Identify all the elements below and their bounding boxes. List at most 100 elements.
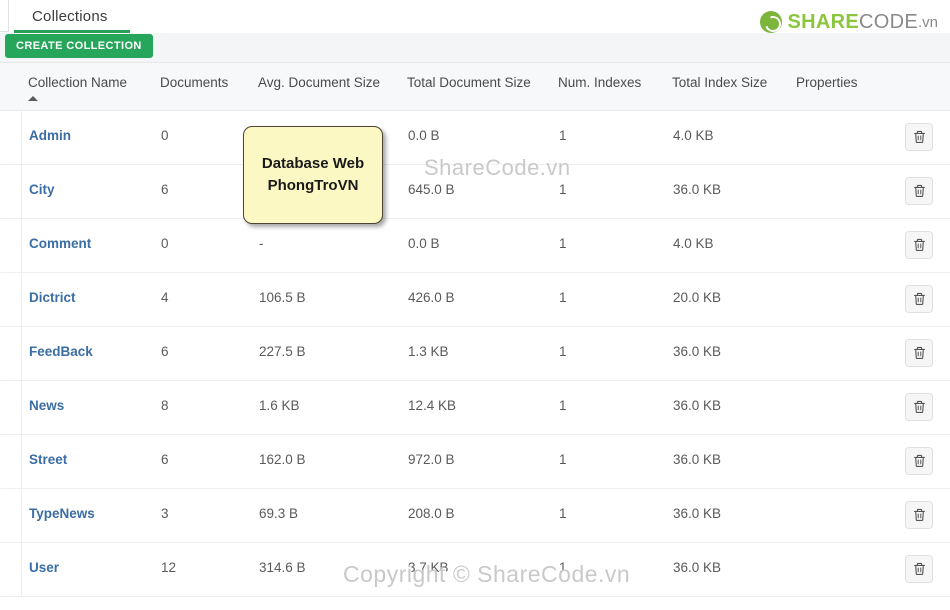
sticky-note-annotation: Database Web PhongTroVN xyxy=(243,126,383,224)
table-row: FeedBack 6 227.5 B 1.3 KB 1 36.0 KB xyxy=(0,327,950,381)
row-left-border xyxy=(21,489,22,542)
trash-icon xyxy=(913,346,926,360)
cell-avg-document-size: 69.3 B xyxy=(259,506,299,521)
delete-collection-button[interactable] xyxy=(905,393,933,421)
sharecode-logo: SHARE CODE .vn xyxy=(760,9,938,35)
trash-icon xyxy=(913,454,926,468)
column-header-documents[interactable]: Documents xyxy=(160,75,228,90)
sticky-note-text: Database Web PhongTroVN xyxy=(261,155,365,194)
row-left-border xyxy=(21,219,22,272)
table-row: City 6 645.0 B 1 36.0 KB xyxy=(0,165,950,219)
row-left-border xyxy=(21,543,22,596)
column-header-avg-document-size[interactable]: Avg. Document Size xyxy=(258,75,380,90)
logo-text-share: SHARE xyxy=(787,10,859,33)
row-left-border xyxy=(21,381,22,434)
trash-icon xyxy=(913,130,926,144)
cell-total-index-size: 36.0 KB xyxy=(673,452,722,467)
table-row: Dictrict 4 106.5 B 426.0 B 1 20.0 KB xyxy=(0,273,950,327)
cell-total-index-size: 36.0 KB xyxy=(673,344,722,359)
cell-avg-document-size: 106.5 B xyxy=(259,290,306,305)
logo-text-vn: .vn xyxy=(917,13,938,31)
cell-collection-name[interactable]: Admin xyxy=(29,128,71,143)
table-row: Admin 0 0.0 B 1 4.0 KB xyxy=(0,111,950,165)
cell-documents: 6 xyxy=(161,344,169,359)
cell-total-document-size: 0.0 B xyxy=(408,128,440,143)
cell-total-document-size: 645.0 B xyxy=(408,182,455,197)
cell-total-document-size: 0.0 B xyxy=(408,236,440,251)
cell-total-document-size: 3.7 KB xyxy=(408,560,449,575)
column-header-properties[interactable]: Properties xyxy=(796,75,858,90)
toolbar: CREATE COLLECTION xyxy=(0,33,950,63)
column-header-num-indexes[interactable]: Num. Indexes xyxy=(558,75,641,90)
trash-icon xyxy=(913,184,926,198)
trash-icon xyxy=(913,400,926,414)
delete-collection-button[interactable] xyxy=(905,339,933,367)
cell-documents: 4 xyxy=(161,290,169,305)
cell-avg-document-size: 227.5 B xyxy=(259,344,306,359)
cell-collection-name[interactable]: Comment xyxy=(29,236,91,251)
cell-documents: 3 xyxy=(161,506,169,521)
cell-documents: 0 xyxy=(161,236,169,251)
cell-documents: 8 xyxy=(161,398,169,413)
collections-table: Collection Name Documents Avg. Document … xyxy=(0,63,950,610)
cell-collection-name[interactable]: City xyxy=(29,182,55,197)
row-left-border xyxy=(21,327,22,380)
delete-collection-button[interactable] xyxy=(905,123,933,151)
cell-total-document-size: 1.3 KB xyxy=(408,344,449,359)
tab-strip-edge xyxy=(0,0,9,32)
sharecode-logo-icon xyxy=(760,11,783,33)
cell-total-index-size: 4.0 KB xyxy=(673,236,714,251)
cell-num-indexes: 1 xyxy=(559,290,567,305)
cell-num-indexes: 1 xyxy=(559,182,567,197)
column-header-total-index-size[interactable]: Total Index Size xyxy=(672,75,767,90)
cell-num-indexes: 1 xyxy=(559,452,567,467)
cell-total-index-size: 4.0 KB xyxy=(673,128,714,143)
logo-text-code: CODE xyxy=(859,10,918,33)
cell-num-indexes: 1 xyxy=(559,128,567,143)
column-header-total-document-size[interactable]: Total Document Size xyxy=(407,75,531,90)
cell-documents: 6 xyxy=(161,182,169,197)
cell-num-indexes: 1 xyxy=(559,398,567,413)
cell-total-index-size: 36.0 KB xyxy=(673,506,722,521)
tab-bar: Collections SHARE CODE .vn xyxy=(0,0,950,35)
table-header-row: Collection Name Documents Avg. Document … xyxy=(0,63,950,111)
cell-collection-name[interactable]: User xyxy=(29,560,59,575)
cell-collection-name[interactable]: News xyxy=(29,398,64,413)
trash-icon xyxy=(913,562,926,576)
page-root: Collections SHARE CODE .vn CREATE COLLEC… xyxy=(0,0,950,610)
delete-collection-button[interactable] xyxy=(905,555,933,583)
cell-collection-name[interactable]: Street xyxy=(29,452,67,467)
cell-total-document-size: 972.0 B xyxy=(408,452,455,467)
cell-avg-document-size: 162.0 B xyxy=(259,452,306,467)
delete-collection-button[interactable] xyxy=(905,231,933,259)
delete-collection-button[interactable] xyxy=(905,177,933,205)
cell-collection-name[interactable]: TypeNews xyxy=(29,506,95,521)
cell-collection-name[interactable]: FeedBack xyxy=(29,344,93,359)
delete-collection-button[interactable] xyxy=(905,501,933,529)
column-header-collection-name[interactable]: Collection Name xyxy=(28,75,127,90)
delete-collection-button[interactable] xyxy=(905,447,933,475)
cell-avg-document-size: 1.6 KB xyxy=(259,398,300,413)
row-left-border xyxy=(21,273,22,326)
create-collection-button[interactable]: CREATE COLLECTION xyxy=(5,34,153,58)
cell-documents: 12 xyxy=(161,560,177,575)
cell-num-indexes: 1 xyxy=(559,560,567,575)
cell-total-index-size: 36.0 KB xyxy=(673,182,722,197)
cell-avg-document-size: 314.6 B xyxy=(259,560,306,575)
cell-num-indexes: 1 xyxy=(559,506,567,521)
cell-total-document-size: 208.0 B xyxy=(408,506,455,521)
sort-ascending-icon[interactable] xyxy=(28,96,38,101)
row-left-border xyxy=(21,435,22,488)
table-row: News 8 1.6 KB 12.4 KB 1 36.0 KB xyxy=(0,381,950,435)
trash-icon xyxy=(913,508,926,522)
cell-documents: 0 xyxy=(161,128,169,143)
cell-collection-name[interactable]: Dictrict xyxy=(29,290,76,305)
table-row: TypeNews 3 69.3 B 208.0 B 1 36.0 KB xyxy=(0,489,950,543)
cell-num-indexes: 1 xyxy=(559,236,567,251)
delete-collection-button[interactable] xyxy=(905,285,933,313)
table-row: Comment 0 - 0.0 B 1 4.0 KB xyxy=(0,219,950,273)
tab-collections[interactable]: Collections xyxy=(14,0,126,33)
cell-avg-document-size: - xyxy=(259,236,264,251)
cell-total-document-size: 426.0 B xyxy=(408,290,455,305)
cell-total-index-size: 20.0 KB xyxy=(673,290,722,305)
